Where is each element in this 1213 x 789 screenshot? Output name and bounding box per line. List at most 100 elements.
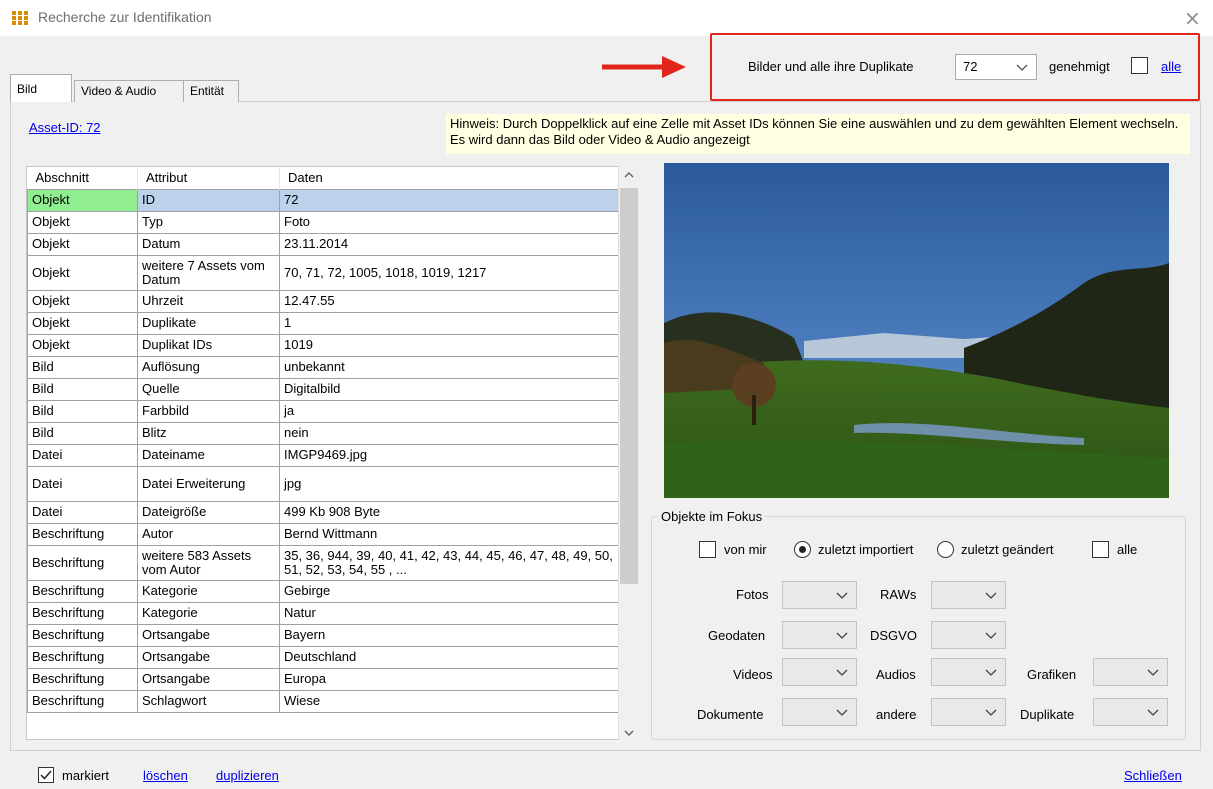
cell-daten[interactable]: 70, 71, 72, 1005, 1018, 1019, 1217 xyxy=(279,254,620,291)
table-row[interactable]: Datei Dateigröße 499 Kb 908 Byte xyxy=(27,500,620,524)
table-row[interactable]: Beschriftung Ortsangabe Deutschland xyxy=(27,645,620,669)
scroll-down-icon[interactable] xyxy=(624,728,634,738)
cell-abschnitt[interactable]: Objekt xyxy=(27,289,138,313)
cell-attribut[interactable]: Auflösung xyxy=(137,355,280,379)
table-row[interactable]: Beschriftung weitere 583 Assets vom Autor… xyxy=(27,544,620,581)
table-row[interactable]: Beschriftung Kategorie Natur xyxy=(27,601,620,625)
cell-abschnitt[interactable]: Datei xyxy=(27,443,138,467)
cell-attribut[interactable]: Kategorie xyxy=(137,579,280,603)
table-row[interactable]: Bild Auflösung unbekannt xyxy=(27,355,620,379)
cell-attribut[interactable]: Ortsangabe xyxy=(137,667,280,691)
column-header-daten[interactable]: Daten xyxy=(279,167,620,189)
markiert-checkbox[interactable] xyxy=(38,767,54,783)
table-row[interactable]: Objekt Duplikat IDs 1019 xyxy=(27,333,620,357)
cell-daten[interactable]: Bayern xyxy=(279,623,620,647)
table-row[interactable]: Bild Farbbild ja xyxy=(27,399,620,423)
cell-attribut[interactable]: Quelle xyxy=(137,377,280,401)
cell-daten[interactable]: Bernd Wittmann xyxy=(279,522,620,546)
grafiken-select[interactable] xyxy=(1093,658,1168,686)
cell-abschnitt[interactable]: Beschriftung xyxy=(27,522,138,546)
cell-attribut[interactable]: Duplikat IDs xyxy=(137,333,280,357)
cell-attribut[interactable]: Dateiname xyxy=(137,443,280,467)
cell-daten[interactable]: Wiese xyxy=(279,689,620,713)
cell-abschnitt[interactable]: Beschriftung xyxy=(27,623,138,647)
cell-abschnitt[interactable]: Beschriftung xyxy=(27,689,138,713)
cell-attribut[interactable]: Datum xyxy=(137,232,280,256)
cell-daten[interactable]: Foto xyxy=(279,210,620,234)
cell-attribut[interactable]: Uhrzeit xyxy=(137,289,280,313)
genehmigt-checkbox[interactable] xyxy=(1131,57,1148,74)
cell-abschnitt[interactable]: Objekt xyxy=(27,311,138,335)
cell-daten[interactable]: Gebirge xyxy=(279,579,620,603)
cell-attribut[interactable]: Typ xyxy=(137,210,280,234)
geodaten-select[interactable] xyxy=(782,621,857,649)
cell-abschnitt[interactable]: Objekt xyxy=(27,254,138,291)
cell-attribut[interactable]: Schlagwort xyxy=(137,689,280,713)
cell-daten[interactable]: Europa xyxy=(279,667,620,691)
scrollbar-thumb[interactable] xyxy=(620,188,638,584)
cell-daten[interactable]: Deutschland xyxy=(279,645,620,669)
table-row[interactable]: Bild Blitz nein xyxy=(27,421,620,445)
table-row[interactable]: Objekt ID 72 xyxy=(27,188,620,212)
asset-id-link[interactable]: Asset-ID: 72 xyxy=(29,120,101,135)
cell-attribut[interactable]: weitere 7 Assets vom Datum xyxy=(137,254,280,291)
cell-abschnitt[interactable]: Bild xyxy=(27,355,138,379)
cell-attribut[interactable]: ID xyxy=(137,188,280,212)
schliessen-link[interactable]: Schließen xyxy=(1124,768,1182,783)
cell-abschnitt[interactable]: Beschriftung xyxy=(27,579,138,603)
cell-attribut[interactable]: Duplikate xyxy=(137,311,280,335)
videos-select[interactable] xyxy=(782,658,857,686)
cell-attribut[interactable]: Ortsangabe xyxy=(137,645,280,669)
cell-abschnitt[interactable]: Objekt xyxy=(27,232,138,256)
cell-daten[interactable]: 499 Kb 908 Byte xyxy=(279,500,620,524)
cell-attribut[interactable]: weitere 583 Assets vom Autor xyxy=(137,544,280,581)
tab-bild[interactable]: Bild xyxy=(10,74,72,102)
audios-select[interactable] xyxy=(931,658,1006,686)
dsgvo-select[interactable] xyxy=(931,621,1006,649)
focus-alle-checkbox[interactable] xyxy=(1092,541,1109,558)
column-header-abschnitt[interactable]: Abschnitt xyxy=(27,167,138,189)
cell-daten[interactable]: Natur xyxy=(279,601,620,625)
dokumente-select[interactable] xyxy=(782,698,857,726)
cell-attribut[interactable]: Datei Erweiterung xyxy=(137,465,280,502)
cell-daten[interactable]: Digitalbild xyxy=(279,377,620,401)
scroll-up-icon[interactable] xyxy=(624,170,634,180)
cell-daten[interactable]: ja xyxy=(279,399,620,423)
cell-daten[interactable]: 1 xyxy=(279,311,620,335)
cell-attribut[interactable]: Blitz xyxy=(137,421,280,445)
cell-attribut[interactable]: Dateigröße xyxy=(137,500,280,524)
cell-abschnitt[interactable]: Datei xyxy=(27,465,138,502)
cell-daten[interactable]: 1019 xyxy=(279,333,620,357)
cell-daten[interactable]: unbekannt xyxy=(279,355,620,379)
table-row[interactable]: Objekt Uhrzeit 12.47.55 xyxy=(27,289,620,313)
cell-abschnitt[interactable]: Beschriftung xyxy=(27,544,138,581)
cell-attribut[interactable]: Kategorie xyxy=(137,601,280,625)
attribute-grid[interactable]: Abschnitt Attribut Daten Objekt ID 72 Objek… xyxy=(26,166,640,740)
cell-attribut[interactable]: Ortsangabe xyxy=(137,623,280,647)
radio-zuletzt-importiert[interactable] xyxy=(794,541,811,558)
cell-daten[interactable]: IMGP9469.jpg xyxy=(279,443,620,467)
table-row[interactable]: Beschriftung Kategorie Gebirge xyxy=(27,579,620,603)
cell-abschnitt[interactable]: Objekt xyxy=(27,333,138,357)
table-row[interactable]: Beschriftung Ortsangabe Bayern xyxy=(27,623,620,647)
column-header-attribut[interactable]: Attribut xyxy=(137,167,280,189)
close-icon[interactable]: × xyxy=(1184,6,1201,30)
duplizieren-link[interactable]: duplizieren xyxy=(216,768,279,783)
raws-select[interactable] xyxy=(931,581,1006,609)
cell-abschnitt[interactable]: Bild xyxy=(27,399,138,423)
table-row[interactable]: Beschriftung Ortsangabe Europa xyxy=(27,667,620,691)
cell-daten[interactable]: 23.11.2014 xyxy=(279,232,620,256)
cell-abschnitt[interactable]: Datei xyxy=(27,500,138,524)
table-row[interactable]: Datei Dateiname IMGP9469.jpg xyxy=(27,443,620,467)
table-row[interactable]: Beschriftung Autor Bernd Wittmann xyxy=(27,522,620,546)
cell-abschnitt[interactable]: Bild xyxy=(27,421,138,445)
fotos-select[interactable] xyxy=(782,581,857,609)
radio-zuletzt-geaendert[interactable] xyxy=(937,541,954,558)
table-row[interactable]: Bild Quelle Digitalbild xyxy=(27,377,620,401)
cell-daten[interactable]: 72 xyxy=(279,188,620,212)
duplikate-select[interactable] xyxy=(1093,698,1168,726)
cell-abschnitt[interactable]: Beschriftung xyxy=(27,667,138,691)
cell-daten[interactable]: 12.47.55 xyxy=(279,289,620,313)
chevron-down-icon[interactable] xyxy=(1016,62,1028,74)
cell-daten[interactable]: 35, 36, 944, 39, 40, 41, 42, 43, 44, 45,… xyxy=(279,544,620,581)
